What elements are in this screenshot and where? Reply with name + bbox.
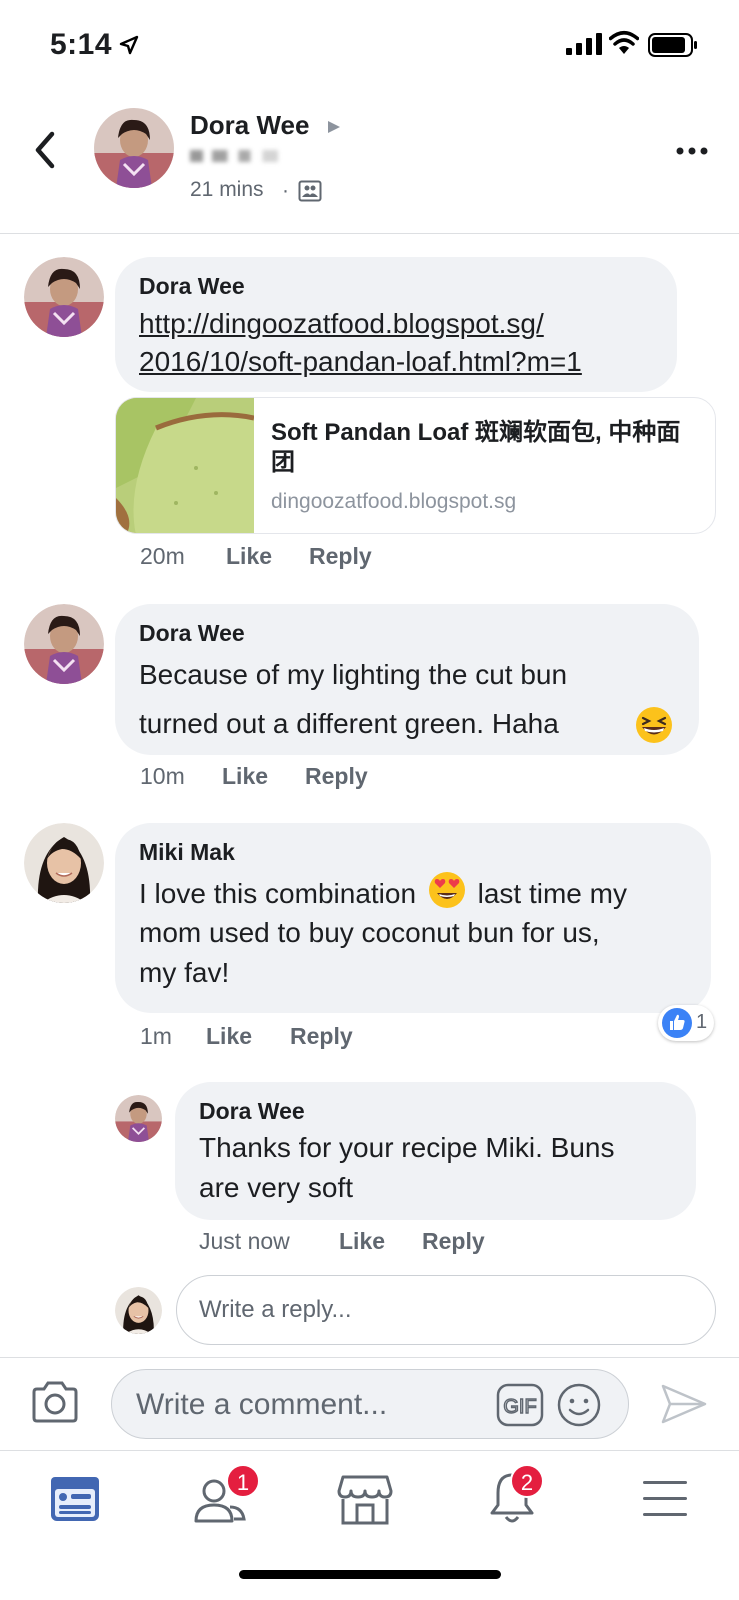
sticker-smile-icon[interactable] [556, 1382, 602, 1428]
menu-icon[interactable] [635, 1469, 695, 1529]
send-icon[interactable] [660, 1382, 708, 1426]
like-button[interactable]: Like [222, 763, 268, 790]
friends-badge: 1 [226, 1464, 260, 1498]
preview-title[interactable]: Soft Pandan Loaf 斑斓软面包, 中种面团 [271, 418, 701, 478]
battery-icon [648, 33, 697, 57]
comment-input[interactable]: Write a comment... GIF [111, 1369, 629, 1439]
gif-icon[interactable]: GIF [496, 1383, 544, 1427]
comment-time: 20m [140, 543, 185, 569]
comment-time: 1m [140, 1023, 172, 1049]
comment-text-line: my fav! [139, 957, 230, 988]
author-avatar[interactable] [94, 108, 174, 188]
comment-composer: Write a comment... GIF [0, 1357, 739, 1449]
status-time: 5:14 [50, 28, 113, 61]
friends-tab[interactable]: 1 [190, 1464, 260, 1529]
comment-text-line: Because of my lighting the cut bun [139, 659, 568, 690]
comment-text-part: I love this combination [139, 878, 417, 909]
post-timestamp[interactable]: 21 mins [190, 178, 264, 202]
audience-photo-icon [298, 180, 322, 202]
like-button[interactable]: Like [226, 543, 272, 570]
reply-button[interactable]: Reply [290, 1023, 353, 1050]
comment-text-line: turned out a different green. Haha [139, 708, 559, 739]
play-caret-icon [328, 121, 340, 133]
gif-label: GIF [503, 1396, 536, 1418]
more-options-icon[interactable] [676, 144, 708, 158]
back-arrow-icon[interactable] [30, 130, 60, 170]
thumbs-up-icon [662, 1008, 692, 1038]
commenter-avatar[interactable] [24, 823, 104, 903]
marketplace-icon[interactable] [335, 1469, 395, 1529]
post-author-name[interactable]: Dora Wee [190, 110, 309, 141]
separator-dot: · [282, 179, 289, 202]
like-button[interactable]: Like [206, 1023, 252, 1050]
like-button[interactable]: Like [339, 1228, 385, 1255]
laughing-emoji-icon [636, 707, 672, 743]
reply-bubble[interactable]: Dora Wee Thanks for your recipe Miki. Bu… [175, 1082, 696, 1220]
notifications-badge: 2 [510, 1464, 544, 1498]
comment-author[interactable]: Dora Wee [139, 620, 245, 647]
reply-text-line: Thanks for your recipe Miki. Buns [199, 1132, 615, 1163]
comment-text-part: last time my [477, 878, 627, 909]
home-indicator[interactable] [239, 1570, 501, 1579]
comment-bubble[interactable]: Miki Mak I love this combination last ti… [115, 823, 711, 1013]
commenter-avatar[interactable] [24, 604, 104, 684]
heart-eyes-emoji-icon [428, 872, 465, 908]
reply-text-line: are very soft [199, 1172, 354, 1203]
link-preview-card[interactable]: Soft Pandan Loaf 斑斓软面包, 中种面团 dingoozatfo… [115, 397, 716, 534]
reaction-count: 1 [696, 1011, 708, 1033]
comment-link[interactable]: http://dingoozatfood.blogspot.sg/ 2016/1… [139, 305, 582, 381]
reaction-summary[interactable]: 1 [658, 1005, 714, 1041]
comment-bubble[interactable]: Dora Wee http://dingoozatfood.blogspot.s… [115, 257, 677, 392]
comment-time: 10m [140, 763, 185, 789]
comment-text-line: mom used to buy coconut bun for us, [139, 917, 600, 948]
cellular-signal-icon [566, 33, 602, 55]
pandan-loaf-thumbnail [116, 398, 254, 533]
reply-button[interactable]: Reply [309, 543, 372, 570]
current-user-avatar [115, 1287, 162, 1334]
comment-text-line: I love this combination last time my [139, 871, 627, 914]
wifi-icon [609, 31, 639, 54]
reply-button[interactable]: Reply [422, 1228, 485, 1255]
comment-author[interactable]: Miki Mak [139, 839, 235, 866]
obscured-subtitle [190, 150, 300, 162]
reply-button[interactable]: Reply [305, 763, 368, 790]
link-line[interactable]: http://dingoozatfood.blogspot.sg/ [139, 305, 582, 343]
location-arrow-icon [119, 35, 139, 55]
news-feed-icon[interactable] [45, 1469, 105, 1529]
camera-icon[interactable] [30, 1380, 80, 1424]
reply-author-avatar[interactable] [115, 1095, 162, 1142]
notifications-tab[interactable]: 2 [482, 1464, 544, 1529]
status-bar: 5:14 [0, 0, 739, 90]
comment-placeholder: Write a comment... [136, 1388, 388, 1421]
reply-input[interactable]: Write a reply... [176, 1275, 716, 1345]
comment-bubble[interactable]: Dora Wee Because of my lighting the cut … [115, 604, 699, 755]
comment-author[interactable]: Dora Wee [139, 273, 245, 300]
reply-author[interactable]: Dora Wee [199, 1098, 305, 1125]
preview-domain: dingoozatfood.blogspot.sg [271, 490, 517, 513]
reply-time: Just now [199, 1228, 290, 1254]
link-line[interactable]: 2016/10/soft-pandan-loaf.html?m=1 [139, 343, 582, 381]
post-header: Dora Wee 21 mins · [0, 92, 739, 234]
commenter-avatar[interactable] [24, 257, 104, 337]
